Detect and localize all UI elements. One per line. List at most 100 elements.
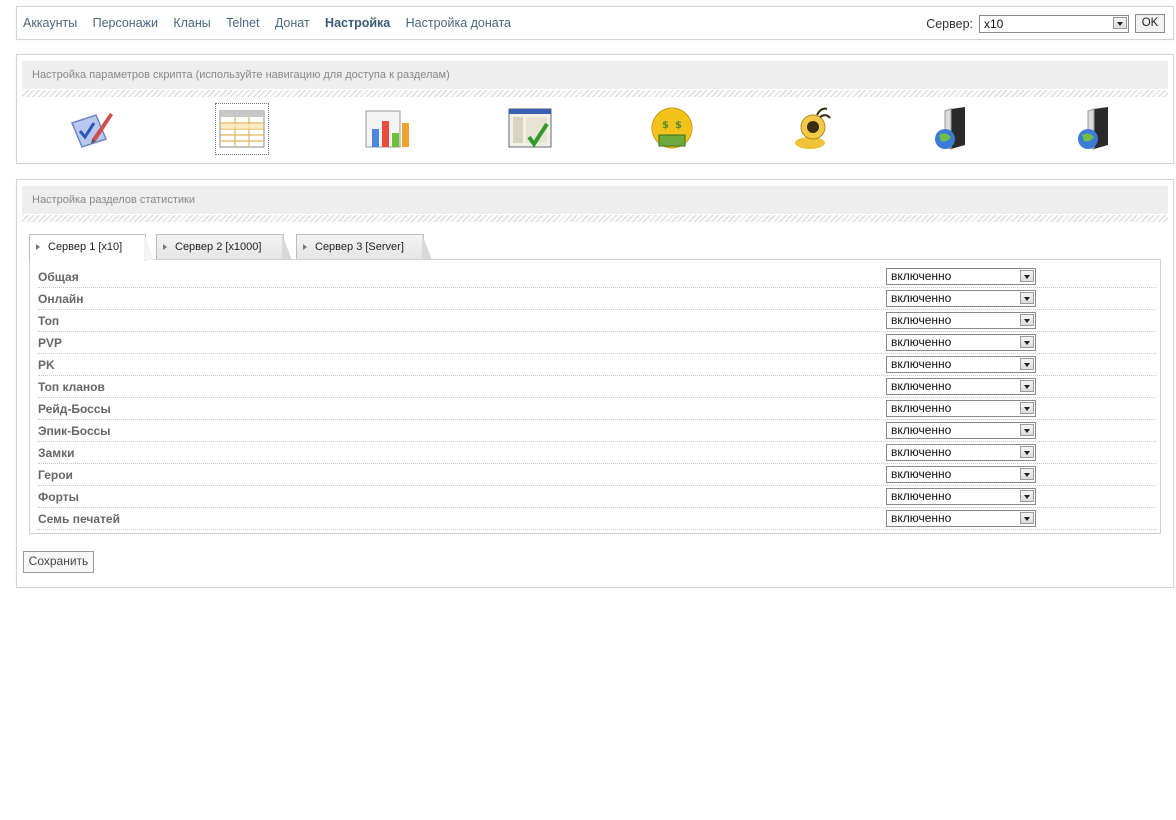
row-label: Замки [38,446,75,460]
table-row: Топ включенно [38,309,1156,332]
tab-server-2[interactable]: Сервер 2 [x1000] [156,234,292,260]
nav-clans[interactable]: Кланы [173,16,210,30]
server-select[interactable]: x10 [979,14,1129,33]
chevron-down-icon[interactable] [1020,380,1034,392]
table-row: Герои включенно [38,463,1156,486]
table-row: PVP включенно [38,331,1156,354]
ok-button[interactable]: OK [1135,14,1165,33]
chevron-down-icon[interactable] [1020,314,1034,326]
server-globe-icon[interactable] [929,105,979,153]
settings-icon-nav: $ $ [22,99,1168,159]
row-select[interactable]: включенно [886,466,1036,483]
row-select[interactable]: включенно [886,400,1036,417]
tab-corner [422,234,432,260]
tab-label: Сервер 2 [x1000] [175,241,262,253]
row-label: PK [38,358,55,372]
checklist-pen-icon[interactable] [66,105,116,153]
row-select-value: включенно [891,357,952,371]
row-select[interactable]: включенно [886,378,1036,395]
row-label: Герои [38,468,73,482]
browser-check-icon[interactable] [505,105,555,153]
chevron-down-icon[interactable] [1113,16,1127,29]
row-select-value: включенно [891,291,952,305]
chevron-down-icon[interactable] [1020,336,1034,348]
triangle-right-icon [303,244,307,250]
row-select[interactable]: включенно [886,290,1036,307]
table-grid-icon[interactable] [215,103,269,155]
table-row: Форты включенно [38,485,1156,508]
tab-corner [144,234,154,260]
hatch-divider [22,90,1168,97]
script-settings-title: Настройка параметров скрипта (используйт… [22,61,1168,89]
row-select-value: включенно [891,445,952,459]
row-select[interactable]: включенно [886,312,1036,329]
bar-chart-icon[interactable] [362,105,412,153]
nav-accounts[interactable]: Аккаунты [23,16,77,30]
tab-label: Сервер 3 [Server] [315,241,404,253]
row-label: Эпик-Боссы [38,424,111,438]
row-label: Форты [38,490,79,504]
chevron-down-icon[interactable] [1020,424,1034,436]
row-select-value: включенно [891,401,952,415]
chevron-down-icon[interactable] [1020,468,1034,480]
row-label: PVP [38,336,63,350]
row-select-value: включенно [891,269,952,283]
tab-server-3[interactable]: Сервер 3 [Server] [296,234,432,260]
money-smiley-icon[interactable]: $ $ [647,105,697,153]
nav-donate-settings[interactable]: Настройка доната [406,16,511,30]
nav-settings[interactable]: Настройка [325,16,390,30]
tab-server-1[interactable]: Сервер 1 [x10] [29,234,154,261]
main-nav: Аккаунты Персонажи Кланы Telnet Донат На… [23,16,523,30]
script-settings-panel: Настройка параметров скрипта (используйт… [16,54,1174,164]
table-row: PK включенно [38,353,1156,376]
table-row: Общая включенно [38,265,1156,288]
row-select[interactable]: включенно [886,444,1036,461]
row-select-value: включенно [891,313,952,327]
nav-characters[interactable]: Персонажи [93,16,158,30]
triangle-right-icon [163,244,167,250]
svg-text:$: $ [662,120,669,131]
chevron-down-icon[interactable] [1020,402,1034,414]
svg-text:$: $ [675,120,682,131]
chevron-down-icon[interactable] [1020,512,1034,524]
row-label: Топ кланов [38,380,105,394]
row-label: Общая [38,270,79,284]
top-navigation-bar: Аккаунты Персонажи Кланы Telnet Донат На… [16,6,1174,40]
row-select-value: включенно [891,379,952,393]
server-globe-icon[interactable] [1072,105,1122,153]
nav-telnet[interactable]: Telnet [226,16,259,30]
row-label: Топ [38,314,60,328]
row-select-value: включенно [891,489,952,503]
chevron-down-icon[interactable] [1020,358,1034,370]
row-select[interactable]: включенно [886,356,1036,373]
table-row: Топ кланов включенно [38,375,1156,398]
row-label: Рейд-Боссы [38,402,111,416]
server-selector: Сервер: x10 OK [926,14,1165,33]
row-select[interactable]: включенно [886,510,1036,527]
row-select-value: включенно [891,335,952,349]
row-select-value: включенно [891,467,952,481]
chat-bee-icon[interactable] [787,105,837,153]
chevron-down-icon[interactable] [1020,292,1034,304]
row-select[interactable]: включенно [886,422,1036,439]
tab-corner [282,234,292,260]
row-label: Семь печатей [38,512,120,526]
save-button[interactable]: Сохранить [23,551,94,573]
tab-label: Сервер 1 [x10] [48,241,123,253]
triangle-right-icon [36,244,40,250]
stats-sections-table: Общая включенно Онлайн включенно Топ вкл… [29,259,1161,534]
chevron-down-icon[interactable] [1020,446,1034,458]
row-select[interactable]: включенно [886,488,1036,505]
table-row: Рейд-Боссы включенно [38,397,1156,420]
stats-settings-panel: Настройка разделов статистики Сервер 1 [… [16,179,1174,588]
table-row: Замки включенно [38,441,1156,464]
server-label: Сервер: [926,16,973,31]
row-label: Онлайн [38,292,84,306]
row-select[interactable]: включенно [886,268,1036,285]
chevron-down-icon[interactable] [1020,490,1034,502]
row-select-value: включенно [891,423,952,437]
table-row: Эпик-Боссы включенно [38,419,1156,442]
nav-donate[interactable]: Донат [275,16,310,30]
chevron-down-icon[interactable] [1020,270,1034,282]
row-select[interactable]: включенно [886,334,1036,351]
